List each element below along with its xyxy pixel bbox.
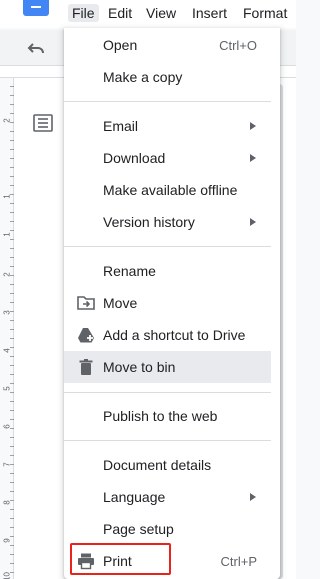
menu-divider xyxy=(64,392,271,393)
menu-item-download[interactable]: Download xyxy=(64,142,280,174)
menu-item-label: Version history xyxy=(103,214,195,230)
menu-item-email[interactable]: Email xyxy=(64,110,280,142)
docs-logo-icon[interactable] xyxy=(23,0,49,16)
ruler-number: 2 xyxy=(2,118,12,123)
menu-item-label: Rename xyxy=(103,263,156,279)
ruler-number: 1 xyxy=(2,194,12,199)
file-menu: Open Ctrl+O Make a copy Email Download M… xyxy=(64,28,280,579)
menu-item-make-offline[interactable]: Make available offline xyxy=(64,174,280,206)
shortcut-label: Ctrl+O xyxy=(219,38,257,53)
menu-item-label: Download xyxy=(103,150,166,166)
move-folder-icon xyxy=(77,296,95,310)
submenu-arrow-icon xyxy=(250,154,256,162)
menu-divider xyxy=(64,101,271,102)
menu-item-label: Make a copy xyxy=(103,69,183,85)
menu-insert[interactable]: Insert xyxy=(192,5,227,21)
menu-item-label: Email xyxy=(103,118,139,134)
menu-item-open[interactable]: Open Ctrl+O xyxy=(64,29,280,61)
menu-item-move-to-bin[interactable]: Move to bin xyxy=(64,351,271,383)
menu-item-rename[interactable]: Rename xyxy=(64,255,280,287)
menu-divider xyxy=(64,440,271,441)
ruler-number: 7 xyxy=(2,462,12,467)
menu-item-language[interactable]: Language xyxy=(64,481,280,513)
menu-item-add-shortcut[interactable]: Add a shortcut to Drive xyxy=(64,319,280,351)
menu-bar: File Edit View Insert Format xyxy=(0,0,296,28)
menu-item-label: Document details xyxy=(103,457,212,473)
menu-edit[interactable]: Edit xyxy=(108,5,132,21)
menu-item-label: Add a shortcut to Drive xyxy=(103,327,246,343)
menu-file[interactable]: File xyxy=(68,4,99,22)
vertical-ruler: 2 1 1 2 3 4 5 6 7 8 9 10 xyxy=(0,78,14,579)
menu-item-page-setup[interactable]: Page setup xyxy=(64,513,280,545)
ruler-number: 3 xyxy=(2,310,12,315)
menu-item-label: Page setup xyxy=(103,521,174,537)
ruler-number: 8 xyxy=(2,500,12,505)
ruler-number: 4 xyxy=(2,348,12,353)
menu-item-label: Publish to the web xyxy=(103,408,218,424)
bin-icon xyxy=(79,359,93,375)
ruler-number: 1 xyxy=(2,232,12,237)
menu-item-label: Move to bin xyxy=(103,359,176,375)
menu-item-label: Language xyxy=(103,489,166,505)
menu-item-publish[interactable]: Publish to the web xyxy=(64,400,280,432)
menu-item-label: Move xyxy=(103,295,138,311)
menu-format[interactable]: Format xyxy=(243,5,287,21)
ruler-number: 5 xyxy=(2,386,12,391)
menu-item-version-history[interactable]: Version history xyxy=(64,206,280,238)
menu-item-label: Make available offline xyxy=(103,182,238,198)
submenu-arrow-icon xyxy=(250,122,256,130)
menu-item-label: Open xyxy=(103,37,138,53)
ruler-number: 2 xyxy=(2,272,12,277)
drive-shortcut-icon xyxy=(78,328,94,343)
menu-item-make-copy[interactable]: Make a copy xyxy=(64,61,280,93)
menu-view[interactable]: View xyxy=(146,5,176,21)
ruler-number: 6 xyxy=(2,424,12,429)
shortcut-label: Ctrl+P xyxy=(220,554,257,569)
menu-divider xyxy=(64,246,271,247)
ruler-number: 9 xyxy=(2,538,12,543)
undo-icon[interactable] xyxy=(27,40,45,56)
document-outline-icon[interactable] xyxy=(33,114,53,132)
ruler-number: 10 xyxy=(2,572,12,579)
print-highlight-box xyxy=(70,543,171,575)
submenu-arrow-icon xyxy=(250,218,256,226)
menu-item-document-details[interactable]: Document details xyxy=(64,449,280,481)
submenu-arrow-icon xyxy=(250,493,256,501)
menu-item-move[interactable]: Move xyxy=(64,287,280,319)
